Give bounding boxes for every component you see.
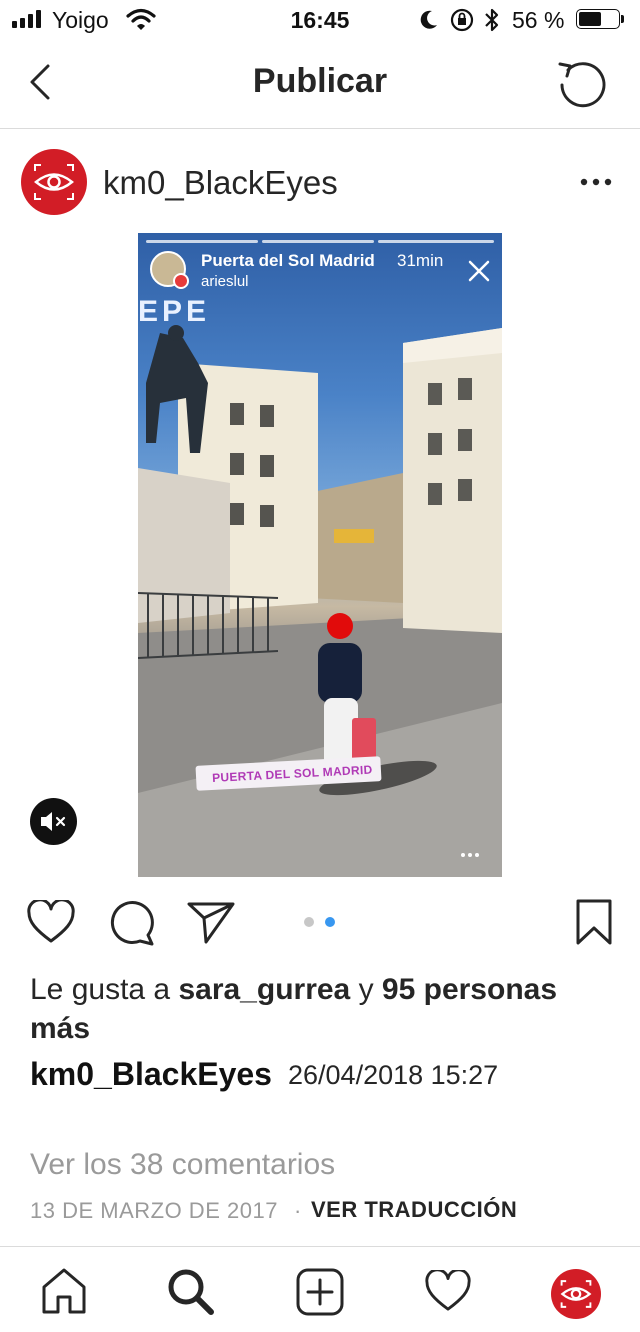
home-icon[interactable] bbox=[40, 1267, 88, 1315]
post-date: 13 DE MARZO DE 2017 bbox=[30, 1198, 278, 1223]
post-media[interactable]: Puerta del Sol Madrid 31min arieslul EPE… bbox=[138, 233, 502, 877]
search-icon[interactable] bbox=[166, 1267, 216, 1317]
caption-text: 26/04/2018 15:27 bbox=[288, 1060, 499, 1090]
likes-summary[interactable]: Le gusta a sara_gurrea y 95 personas más bbox=[30, 970, 620, 1048]
like-button[interactable] bbox=[26, 900, 76, 944]
story-progress-bar bbox=[146, 240, 258, 243]
avatar[interactable] bbox=[21, 149, 87, 215]
likes-user[interactable]: sara_gurrea bbox=[178, 973, 350, 1006]
more-options-icon[interactable] bbox=[580, 178, 612, 186]
refresh-button[interactable] bbox=[556, 58, 610, 110]
close-icon[interactable] bbox=[468, 260, 490, 282]
carousel-indicator bbox=[304, 917, 344, 927]
date-separator: · bbox=[294, 1198, 302, 1223]
profile-avatar-icon[interactable] bbox=[551, 1269, 601, 1319]
carousel-dot-active bbox=[325, 917, 335, 927]
bluetooth-icon bbox=[485, 8, 499, 32]
save-button[interactable] bbox=[575, 898, 613, 946]
share-button[interactable] bbox=[186, 900, 236, 944]
battery-icon bbox=[576, 9, 626, 31]
building-sign: EPE bbox=[138, 295, 211, 328]
battery-percent: 56 % bbox=[512, 7, 565, 33]
add-post-icon[interactable] bbox=[295, 1267, 345, 1317]
comment-button[interactable] bbox=[108, 899, 156, 947]
activity-heart-icon[interactable] bbox=[424, 1270, 472, 1312]
status-bar: Yoigo 16:45 56 % bbox=[0, 0, 640, 44]
eye-logo-icon bbox=[34, 164, 74, 200]
likes-middle: y bbox=[350, 973, 382, 1006]
mute-button[interactable] bbox=[30, 798, 77, 845]
rotation-lock-icon bbox=[450, 8, 474, 32]
story-location[interactable]: Puerta del Sol Madrid bbox=[201, 251, 375, 271]
story-age: 31min bbox=[397, 251, 444, 270]
moon-icon bbox=[420, 10, 437, 29]
nav-header: Publicar bbox=[0, 44, 640, 129]
view-comments-link[interactable]: Ver los 38 comentarios bbox=[30, 1148, 335, 1182]
location-pin-icon bbox=[173, 273, 189, 289]
story-progress-bar bbox=[378, 240, 494, 243]
tab-bar bbox=[0, 1246, 640, 1332]
likes-prefix: Le gusta a bbox=[30, 973, 179, 1006]
story-more-icon bbox=[461, 853, 479, 857]
eye-logo-icon bbox=[560, 1280, 592, 1308]
story-progress-bar bbox=[262, 240, 374, 243]
caption-username[interactable]: km0_BlackEyes bbox=[30, 1056, 272, 1093]
speaker-muted-icon bbox=[41, 812, 66, 831]
translate-link[interactable]: VER TRADUCCIÓN bbox=[311, 1197, 517, 1223]
carousel-dot bbox=[304, 917, 314, 927]
post-username[interactable]: km0_BlackEyes bbox=[103, 164, 338, 202]
page-title: Publicar bbox=[252, 62, 388, 100]
story-username[interactable]: arieslul bbox=[201, 273, 249, 290]
